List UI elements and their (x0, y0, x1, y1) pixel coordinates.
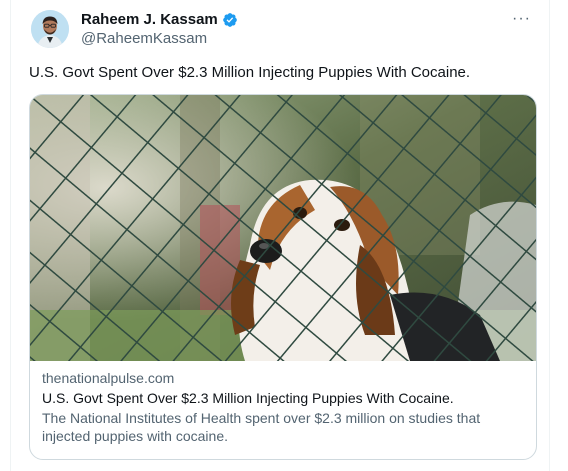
tweet-text: U.S. Govt Spent Over $2.3 Million Inject… (29, 64, 471, 81)
card-body: thenationalpulse.com U.S. Govt Spent Ove… (30, 361, 536, 459)
link-preview-card[interactable]: thenationalpulse.com U.S. Govt Spent Ove… (29, 94, 537, 460)
more-options-icon[interactable]: ··· (512, 10, 531, 28)
verified-badge-icon (222, 12, 237, 27)
author-name-row[interactable]: Raheem J. Kassam (81, 11, 238, 28)
avatar[interactable] (31, 10, 69, 48)
card-image (30, 95, 536, 361)
card-title: U.S. Govt Spent Over $2.3 Million Inject… (42, 390, 454, 406)
author-handle[interactable]: @RaheemKassam (81, 30, 207, 47)
card-description: The National Institutes of Health spent … (42, 410, 481, 444)
avatar-image (31, 10, 69, 48)
card-domain: thenationalpulse.com (42, 370, 175, 386)
tweet[interactable]: Raheem J. Kassam @RaheemKassam ··· U.S. … (10, 0, 550, 471)
author-name[interactable]: Raheem J. Kassam (81, 11, 218, 28)
